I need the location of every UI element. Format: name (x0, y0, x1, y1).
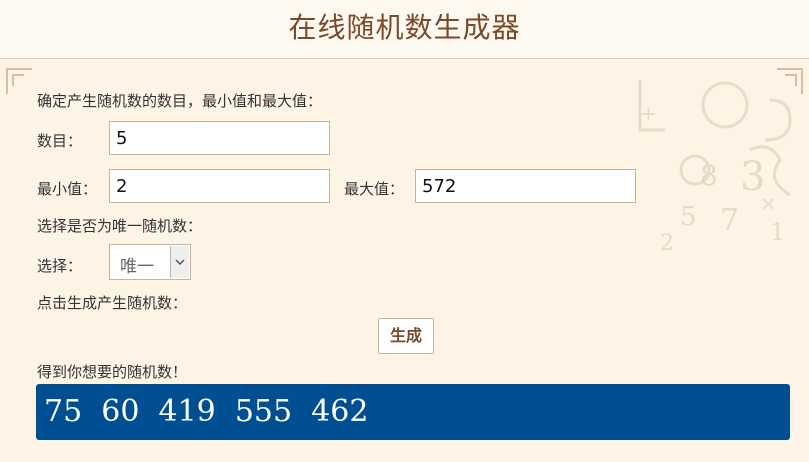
max-input[interactable] (415, 169, 636, 203)
select-label: 选择： (37, 257, 83, 275)
result-prompt: 得到你想要的随机数！ (37, 363, 188, 381)
generate-button[interactable]: 生成 (378, 318, 434, 354)
svg-text:×: × (760, 191, 777, 215)
count-label: 数目： (37, 132, 83, 150)
svg-text:1: 1 (770, 218, 785, 246)
chevron-down-icon[interactable] (170, 246, 189, 278)
intro-text: 确定产生随机数的数目，最小值和最大值： (37, 92, 323, 110)
min-label: 最小值： (37, 180, 98, 198)
unique-select-value: 唯一 (120, 257, 154, 277)
corner-ornament-left (6, 68, 32, 94)
result-box: 75 60 419 555 462 (36, 384, 790, 440)
max-label: 最大值： (344, 180, 405, 198)
count-input[interactable] (109, 121, 330, 155)
header-bar: 在线随机数生成器 (0, 0, 809, 59)
svg-text:2: 2 (660, 231, 674, 250)
min-input[interactable] (109, 169, 330, 203)
corner-ornament-right (777, 68, 803, 94)
svg-text:7: 7 (720, 203, 739, 238)
svg-text:8: 8 (700, 159, 718, 192)
page-title: 在线随机数生成器 (288, 11, 521, 44)
unique-prompt: 选择是否为唯一随机数： (37, 217, 203, 235)
generate-prompt: 点击生成产生随机数： (37, 294, 188, 312)
svg-text:+: + (640, 101, 657, 125)
svg-text:5: 5 (680, 202, 697, 232)
unique-select[interactable]: 唯一 (109, 244, 191, 280)
result-values: 75 60 419 555 462 (44, 394, 369, 429)
